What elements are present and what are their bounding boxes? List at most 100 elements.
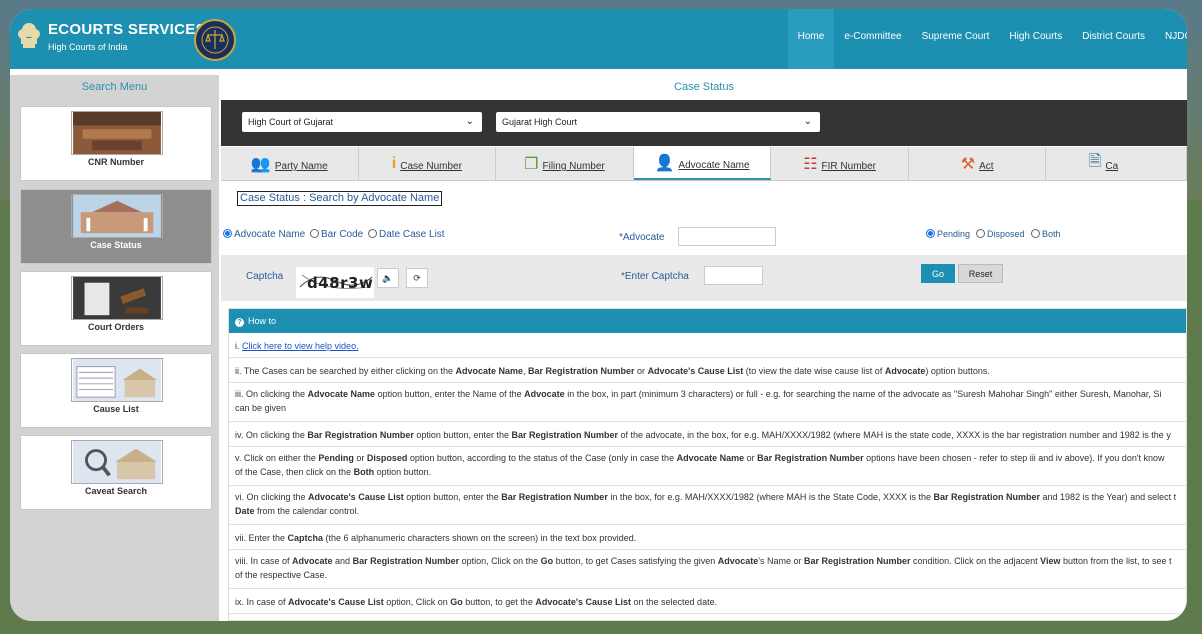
radio-both[interactable]: Both	[1031, 229, 1061, 239]
how-to-step: ix. In case of Advocate's Cause List opt…	[229, 589, 1186, 614]
how-to-step-line: Date from the calendar control.	[235, 506, 360, 516]
radio-button[interactable]	[1031, 229, 1040, 238]
how-to-step: ii. The Cases can be searched by either …	[229, 358, 1186, 383]
tab-act[interactable]: ⚒ Act	[909, 147, 1047, 180]
chevron-down-icon: ⌄	[465, 116, 474, 127]
audio-captcha-button[interactable]: 🔈	[377, 268, 399, 288]
advocate-label: *Advocate	[619, 232, 665, 243]
refresh-captcha-button[interactable]: ⟳	[406, 268, 428, 288]
help-video-link[interactable]: Click here to view help video.	[242, 341, 359, 351]
radio-button[interactable]	[368, 229, 377, 238]
top-nav: Home e-Committee Supreme Court High Cour…	[787, 9, 1187, 69]
how-to-step-line: iv. On clicking the Bar Registration Num…	[235, 430, 1171, 440]
page-title: Case Status	[674, 81, 734, 93]
captcha-row: Captcha d48r3w 🔈 ⟳ *Enter Captcha Go Res…	[221, 255, 1187, 301]
nav-district-courts[interactable]: District Courts	[1072, 9, 1155, 69]
go-button[interactable]: Go	[921, 264, 955, 283]
tab-advocate-name[interactable]: 👤 Advocate Name	[633, 147, 772, 180]
nav-e-committee[interactable]: e-Committee	[834, 9, 911, 69]
radio-button[interactable]	[976, 229, 985, 238]
radio-pending[interactable]: Pending	[926, 229, 970, 239]
tab-ca[interactable]: 🗎 Ca	[1046, 147, 1187, 180]
search-options-row: Advocate Name Bar Code Date Case List *A…	[221, 221, 1187, 247]
search-menu-sidebar: Search Menu CNR Number Case Status Court…	[10, 75, 219, 621]
how-to-step: vi. On clicking the Advocate's Cause Lis…	[229, 486, 1186, 525]
how-to-step: iii. On clicking the Advocate Name optio…	[229, 383, 1186, 422]
reset-button[interactable]: Reset	[958, 264, 1003, 283]
radio-button[interactable]	[926, 229, 935, 238]
sidebar-item-case-status[interactable]: Case Status	[20, 189, 212, 264]
magnifier-court-image	[71, 440, 163, 484]
chevron-down-icon: ⌄	[803, 116, 812, 127]
nav-high-courts[interactable]: High Courts	[999, 9, 1072, 69]
how-to-step-line: v. Click on either the Pending or Dispos…	[235, 453, 1165, 463]
how-to-step-line: of the respective Case.	[235, 570, 328, 580]
sidebar-item-cause-list[interactable]: Cause List	[20, 353, 212, 428]
nav-supreme-court[interactable]: Supreme Court	[912, 9, 1000, 69]
tab-label: Filing Number	[542, 161, 605, 172]
how-to-step-line: vii. Enter the Captcha (the 6 alphanumer…	[235, 533, 637, 543]
radio-label: Advocate Name	[234, 229, 306, 240]
tab-case-number[interactable]: i Case Number	[359, 147, 497, 180]
radio-button[interactable]	[310, 229, 319, 238]
info-icon: i	[391, 154, 397, 172]
how-to-step-line: iii. On clicking the Advocate Name optio…	[235, 389, 1162, 399]
tab-party-name[interactable]: 👥 Party Name	[221, 147, 359, 180]
how-to-step: iv. On clicking the Bar Registration Num…	[229, 422, 1186, 447]
nav-home[interactable]: Home	[787, 9, 835, 69]
how-to-step-line: ix. In case of Advocate's Cause List opt…	[235, 597, 718, 607]
how-to-step-line: viii. In case of Advocate and Bar Regist…	[235, 556, 1172, 566]
high-court-select[interactable]: High Court of Gujarat ⌄	[242, 112, 482, 132]
sidebar-item-label: Cause List	[93, 404, 139, 414]
user-icon: 👤	[654, 154, 675, 172]
sidebar-item-label: Court Orders	[87, 322, 144, 332]
main-content: Case Status High Court of Gujarat ⌄ Guja…	[221, 75, 1187, 621]
sidebar-item-caveat-search[interactable]: Caveat Search	[20, 435, 212, 510]
bench-select[interactable]: Gujarat High Court ⌄	[496, 112, 820, 132]
how-to-step: v. Click on either the Pending or Dispos…	[229, 447, 1186, 486]
form-title: Case Status : Search by Advocate Name	[237, 191, 443, 206]
radio-advocate-name[interactable]: Advocate Name	[223, 229, 305, 240]
nav-njdg[interactable]: NJDG	[1155, 9, 1187, 69]
how-to-step-line: vi. On clicking the Advocate's Cause Lis…	[235, 492, 1177, 502]
radio-label: Date Case List	[379, 229, 445, 240]
court-building-image	[71, 194, 163, 238]
sidebar-item-cnr-number[interactable]: CNR Number	[20, 106, 212, 181]
brand-title: ECOURTS SERVICES	[48, 21, 206, 38]
radio-label: Disposed	[987, 229, 1025, 239]
documents-icon: ❐	[524, 155, 539, 173]
gavel-icon: ⚒	[960, 155, 976, 173]
list-icon: ☷	[803, 155, 818, 173]
radio-button[interactable]	[223, 229, 232, 238]
question-icon: ?	[235, 318, 244, 327]
radio-disposed[interactable]: Disposed	[976, 229, 1025, 239]
how-to-title: How to	[248, 316, 277, 326]
tab-label: Ca	[1105, 161, 1119, 172]
court-selection-bar: High Court of Gujarat ⌄ Gujarat High Cou…	[221, 100, 1187, 146]
how-to-step: viii. In case of Advocate and Bar Regist…	[229, 550, 1186, 589]
tab-filing-number[interactable]: ❐ Filing Number	[496, 147, 634, 180]
top-header: ECOURTS SERVICES High Courts of India Ho…	[10, 9, 1187, 69]
tab-label: Case Number	[400, 161, 462, 172]
captcha-image: d48r3w	[296, 267, 374, 298]
radio-bar-code[interactable]: Bar Code	[310, 229, 363, 240]
advocate-input[interactable]	[678, 227, 776, 246]
how-to-steps: i. Click here to view help video. ii. The…	[229, 333, 1186, 614]
sidebar-item-court-orders[interactable]: Court Orders	[20, 271, 212, 346]
how-to-panel: ? How to i. Click here to view help video…	[228, 308, 1187, 621]
court-seal-icon	[194, 19, 236, 61]
captcha-input[interactable]	[704, 266, 763, 285]
how-to-step-line: ii. The Cases can be searched by either …	[235, 366, 990, 376]
brand-subtitle: High Courts of India	[48, 42, 128, 52]
sidebar-item-label: Case Status	[90, 240, 142, 250]
how-to-step-line: i. Click here to view help video.	[235, 341, 359, 351]
radio-label: Bar Code	[321, 229, 364, 240]
courtroom-image	[71, 111, 163, 155]
how-to-header: ? How to	[229, 309, 1186, 333]
radio-label: Pending	[937, 229, 971, 239]
radio-date-case-list[interactable]: Date Case List	[368, 229, 445, 240]
high-court-select-value: High Court of Gujarat	[248, 117, 334, 127]
tab-fir-number[interactable]: ☷ FIR Number	[771, 147, 909, 180]
browser-viewport: ECOURTS SERVICES High Courts of India Ho…	[10, 9, 1187, 621]
tab-label: Advocate Name	[678, 160, 750, 171]
